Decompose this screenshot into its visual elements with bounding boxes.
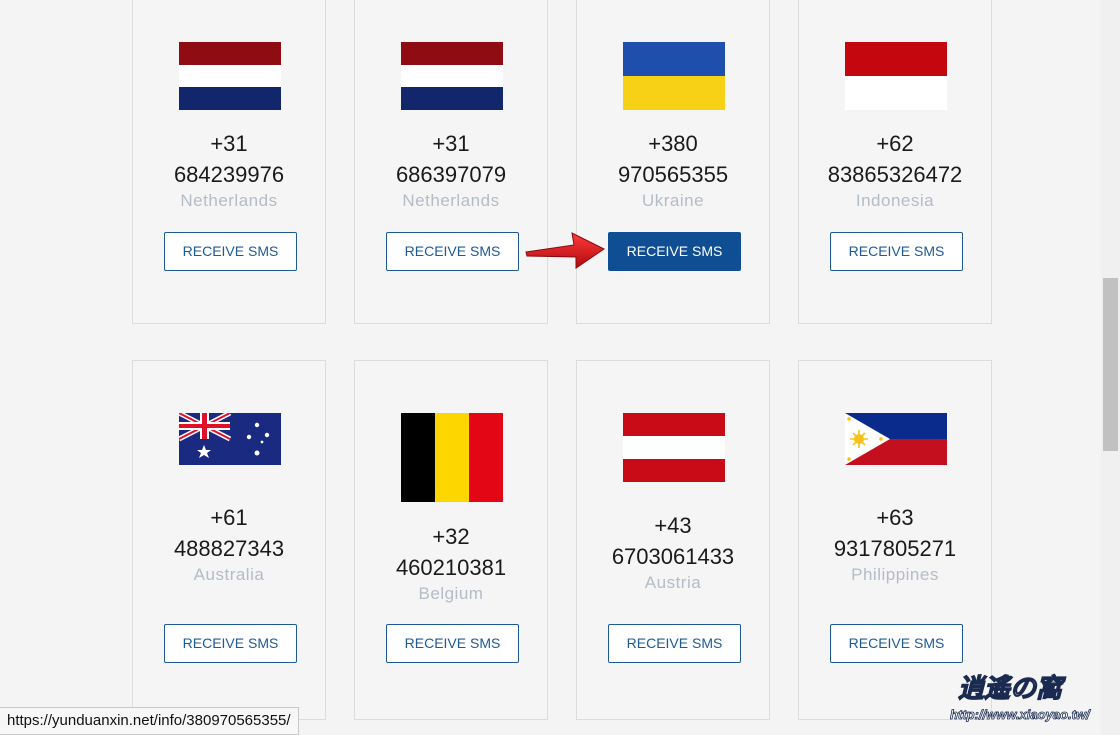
philippines-flag-icon (845, 413, 947, 465)
vertical-scrollbar[interactable] (1101, 0, 1120, 735)
netherlands-flag-icon (401, 42, 503, 110)
country-code: +31 (210, 131, 248, 156)
indonesia-flag-icon (845, 42, 947, 110)
country-name: Netherlands (180, 191, 278, 210)
austria-flag-icon (623, 413, 725, 482)
phone-number: 6703061433 (611, 544, 735, 569)
phone-number: 684239976 (173, 162, 285, 187)
netherlands-flag-icon (179, 42, 281, 110)
country-name: Australia (193, 565, 265, 584)
country-code: +31 (432, 131, 470, 156)
number-card: +32 460210381 Belgium RECEIVE SMS (354, 360, 548, 720)
phone-number: 488827343 (173, 536, 285, 561)
number-card: +31 684239976 Netherlands RECEIVE SMS (132, 0, 326, 324)
country-code: +61 (210, 505, 248, 530)
country-code: +43 (654, 513, 692, 538)
country-name: Austria (644, 573, 702, 592)
svg-text:逍遙の窩: 逍遙の窩 (958, 674, 1066, 703)
number-card: +62 83865326472 Indonesia RECEIVE SMS (798, 0, 992, 324)
red-arrow-icon (524, 230, 608, 277)
number-card: +63 9317805271 Philippines RECEIVE SMS (798, 360, 992, 720)
country-name: Philippines (851, 565, 939, 584)
number-card: +61 488827343 Australia RECEIVE SMS (132, 360, 326, 720)
country-name: Ukraine (641, 191, 705, 210)
status-bar-url: https://yunduanxin.net/info/380970565355… (0, 707, 299, 735)
phone-number: 83865326472 (827, 162, 963, 187)
watermark-logo: 逍遙の窩 http://www.xiaoyao.tw/ (950, 669, 1100, 730)
phone-number: 9317805271 (833, 536, 957, 561)
country-code: +32 (432, 524, 470, 549)
receive-sms-button[interactable]: RECEIVE SMS (830, 232, 963, 271)
receive-sms-button[interactable]: RECEIVE SMS (830, 624, 963, 663)
receive-sms-button[interactable]: RECEIVE SMS (386, 624, 519, 663)
country-name: Belgium (418, 584, 484, 603)
phone-number: 460210381 (395, 555, 507, 580)
number-card: +31 686397079 Netherlands RECEIVE SMS (354, 0, 548, 324)
country-code: +62 (876, 131, 914, 156)
phone-number: 970565355 (617, 162, 729, 187)
receive-sms-button[interactable]: RECEIVE SMS (386, 232, 519, 271)
belgium-flag-icon (401, 413, 503, 502)
svg-text:http://www.xiaoyao.tw/: http://www.xiaoyao.tw/ (950, 707, 1091, 722)
number-card: +43 6703061433 Austria RECEIVE SMS (576, 360, 770, 720)
country-name: Indonesia (855, 191, 935, 210)
country-code: +380 (648, 131, 698, 156)
receive-sms-button[interactable]: RECEIVE SMS (164, 624, 297, 663)
receive-sms-button[interactable]: RECEIVE SMS (608, 624, 741, 663)
receive-sms-button[interactable]: RECEIVE SMS (164, 232, 297, 271)
country-name: Netherlands (402, 191, 500, 210)
receive-sms-button[interactable]: RECEIVE SMS (608, 232, 741, 271)
australia-flag-icon (179, 413, 281, 465)
scrollbar-thumb[interactable] (1103, 278, 1118, 451)
phone-number: 686397079 (395, 162, 507, 187)
country-code: +63 (876, 505, 914, 530)
ukraine-flag-icon (623, 42, 725, 110)
